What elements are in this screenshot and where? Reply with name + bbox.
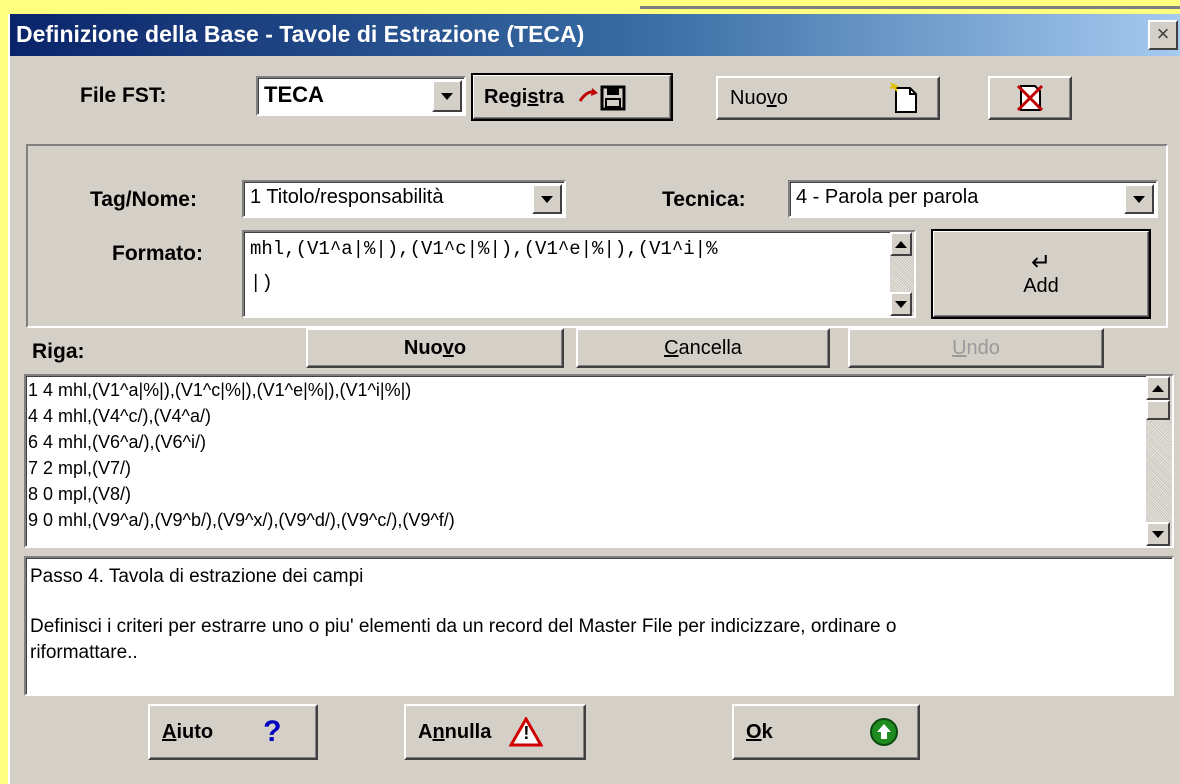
- tag-nome-label: Tag/Nome:: [90, 188, 197, 211]
- list-item[interactable]: 6 4 mhl,(V6^a/),(V6^i/): [28, 432, 206, 453]
- riga-list[interactable]: 1 4 mhl,(V1^a|%|),(V1^c|%|),(V1^e|%|),(V…: [24, 374, 1174, 548]
- help-title: Passo 4. Tavola di estrazione dei campi: [30, 566, 364, 587]
- list-item[interactable]: 9 0 mhl,(V9^a/),(V9^b/),(V9^x/),(V9^d/),…: [28, 510, 455, 531]
- formato-textarea[interactable]: mhl,(V1^a|%|),(V1^c|%|),(V1^e|%|),(V1^i|…: [242, 230, 916, 318]
- aiuto-button[interactable]: Aiuto ?: [148, 704, 318, 760]
- enter-icon: ↵: [1030, 248, 1052, 276]
- formato-line-2: |): [250, 272, 273, 294]
- scroll-up-icon[interactable]: [890, 232, 912, 256]
- desktop-background: [0, 0, 1180, 14]
- title-bar[interactable]: Definizione della Base - Tavole di Estra…: [10, 14, 1180, 56]
- list-item[interactable]: 7 2 mpl,(V7/): [28, 458, 131, 479]
- list-item[interactable]: 1 4 mhl,(V1^a|%|),(V1^c|%|),(V1^e|%|),(V…: [28, 380, 411, 401]
- scroll-down-icon[interactable]: [1146, 522, 1170, 546]
- chevron-down-icon[interactable]: [432, 80, 462, 112]
- tag-nome-value: 1 Titolo/responsabilità: [250, 186, 444, 208]
- tecnica-label: Tecnica:: [662, 188, 746, 211]
- ok-button[interactable]: Ok: [732, 704, 920, 760]
- nuovo-fst-button[interactable]: Nuo v o: [716, 76, 940, 120]
- help-body-line-1: Definisci i criteri per estrarre uno o p…: [30, 616, 897, 637]
- ok-arrow-up-icon: [869, 718, 898, 746]
- close-button[interactable]: ×: [1148, 20, 1178, 50]
- chevron-down-icon[interactable]: [532, 184, 562, 214]
- chevron-down-icon[interactable]: [1124, 184, 1154, 214]
- window-title: Definizione della Base - Tavole di Estra…: [16, 21, 585, 47]
- field-edit-group: Tag/Nome: 1 Titolo/responsabilità Tecnic…: [26, 144, 1168, 328]
- help-question-icon: ?: [263, 715, 282, 748]
- help-body-line-2: riformattare..: [30, 642, 138, 663]
- tecnica-value: 4 - Parola per parola: [796, 186, 979, 208]
- list-item[interactable]: 8 0 mpl,(V8/): [28, 484, 131, 505]
- formato-line-1: mhl,(V1^a|%|),(V1^c|%|),(V1^e|%|),(V1^i|…: [250, 238, 718, 260]
- fst-select[interactable]: TECA: [256, 76, 466, 116]
- fst-selected-value: TECA: [264, 82, 324, 107]
- tecnica-select[interactable]: 4 - Parola per parola: [788, 180, 1158, 218]
- annulla-button[interactable]: An nulla !: [404, 704, 586, 760]
- formato-label: Formato:: [112, 242, 203, 265]
- warning-icon: !: [509, 717, 544, 747]
- add-button[interactable]: ↵ Add: [931, 229, 1151, 319]
- registra-button[interactable]: Regi s tra: [471, 73, 673, 121]
- cancella-button[interactable]: Cancella: [576, 328, 830, 368]
- new-document-icon: [889, 82, 917, 113]
- scroll-up-icon[interactable]: [1146, 376, 1170, 400]
- undo-button[interactable]: Undo: [848, 328, 1104, 368]
- save-icon: [578, 85, 626, 111]
- file-fst-label: File FST:: [80, 84, 167, 107]
- tag-nome-select[interactable]: 1 Titolo/responsabilità: [242, 180, 566, 218]
- list-item[interactable]: 4 4 mhl,(V4^c/),(V4^a/): [28, 406, 211, 427]
- scroll-thumb[interactable]: [1146, 400, 1170, 420]
- dialog-window: Definizione della Base - Tavole di Estra…: [8, 14, 1180, 784]
- scroll-down-icon[interactable]: [890, 292, 912, 316]
- help-text-box: Passo 4. Tavola di estrazione dei campi …: [24, 556, 1174, 696]
- nuovo-riga-button[interactable]: Nuo v o: [306, 328, 564, 368]
- delete-document-icon: [1016, 84, 1044, 112]
- formato-scrollbar[interactable]: [890, 232, 914, 316]
- add-button-label: Add: [1023, 274, 1059, 297]
- riga-label: Riga:: [32, 340, 85, 363]
- delete-fst-button[interactable]: [988, 76, 1072, 120]
- riga-scrollbar[interactable]: [1146, 376, 1172, 546]
